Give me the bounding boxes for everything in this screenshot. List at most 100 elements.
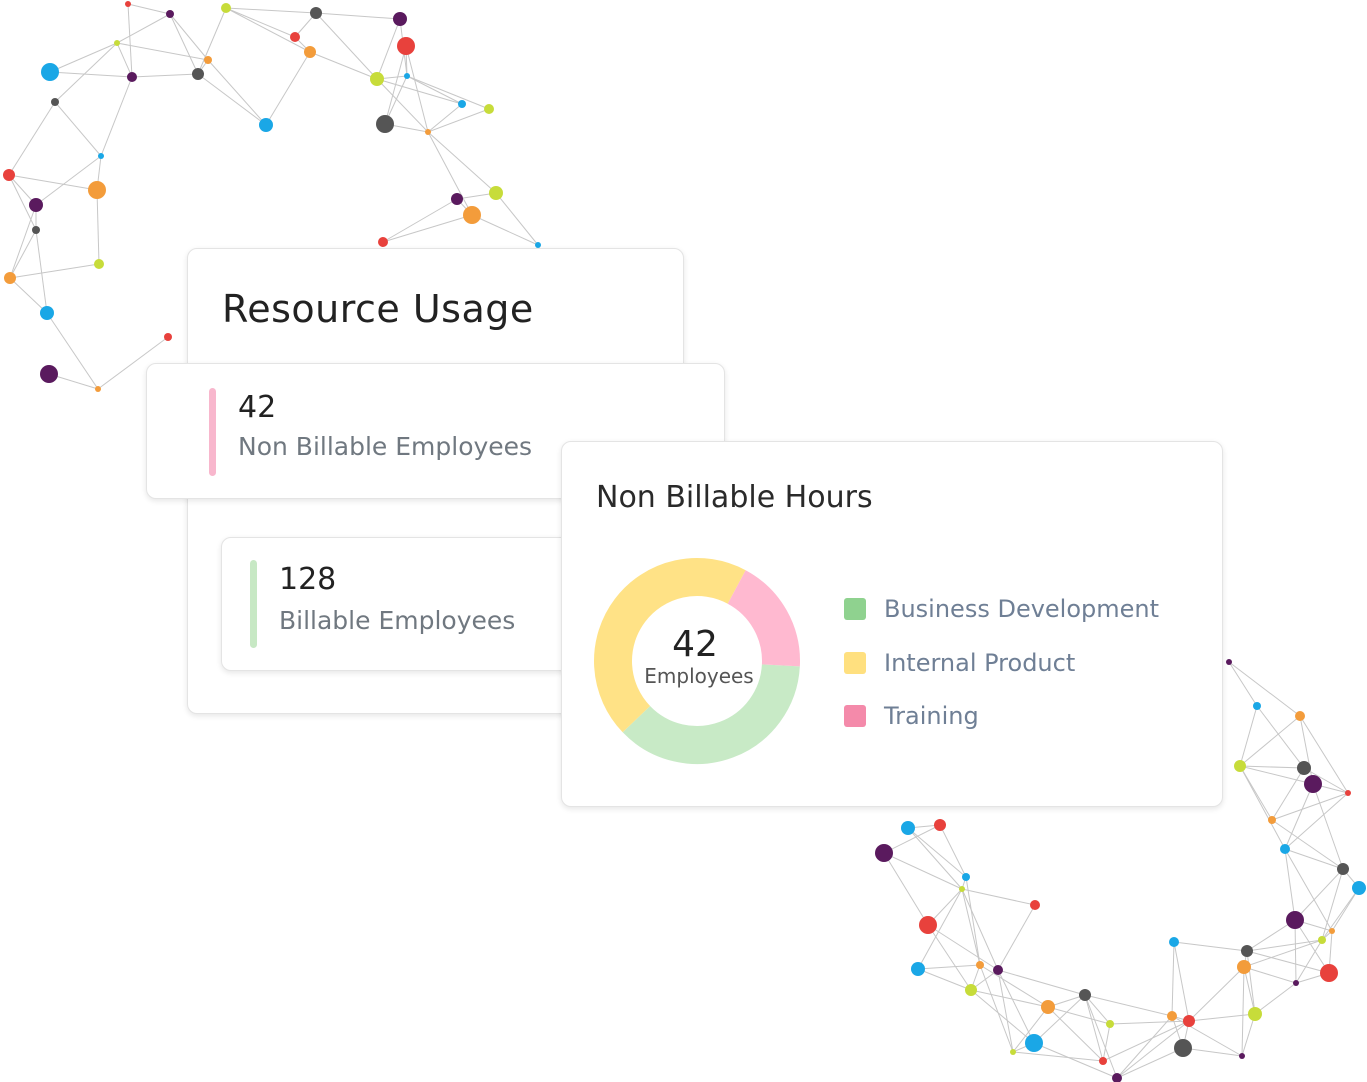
network-link [54,101,102,157]
network-link [427,131,497,194]
network-node [911,962,925,976]
donut-center-value: 42 [672,624,718,665]
network-link [495,192,539,246]
network-node [976,961,984,969]
network-link [1109,1020,1190,1025]
network-node [425,129,431,135]
billable-count: 128 [279,562,337,597]
network-link [127,3,133,78]
network-link [1254,982,1297,1015]
network-link [9,204,37,279]
network-node [1241,945,1253,957]
network-node [1297,761,1311,775]
network-link [970,989,1035,1044]
network-link [1102,1023,1111,1062]
network-node [114,40,120,46]
network-link [382,214,473,243]
network-node [1234,760,1246,772]
network-node [376,115,394,133]
network-link [427,108,490,133]
network-node [1106,1020,1114,1028]
network-link [1171,941,1175,1017]
legend-swatch [844,598,866,620]
legend-label: Business Development [884,595,1160,623]
network-link [1188,1013,1256,1022]
network-link [207,59,267,126]
network-link [979,964,1049,1008]
network-node [404,73,410,79]
network-node [3,169,15,181]
billable-accent-bar [250,560,257,648]
network-link [382,198,458,243]
network-link [116,13,171,44]
network-node [901,821,915,835]
network-link [427,103,463,133]
non-billable-hours-title: Non Billable Hours [596,480,873,515]
network-node [1079,989,1091,1001]
network-link [406,75,490,110]
legend-swatch [844,705,866,727]
network-node [965,984,977,996]
billable-employees-card[interactable]: 128 Billable Employees [221,537,583,671]
network-node [959,886,965,892]
network-link [49,71,133,78]
network-link [315,12,378,80]
network-node [962,873,970,881]
donut-slice-training[interactable] [727,570,800,667]
network-link [8,174,98,191]
network-link [1321,887,1360,941]
network-link [1243,966,1297,984]
network-node [192,68,204,80]
non-billable-count: 42 [238,390,277,425]
network-node [4,272,16,284]
network-node [310,7,322,19]
network-node [1248,1007,1262,1021]
network-link [997,904,1036,971]
network-node [1345,790,1351,796]
network-node [463,206,481,224]
network-link [1239,765,1286,850]
network-node [458,100,466,108]
network-link [927,924,972,991]
network-node [1183,1015,1195,1027]
network-node [451,193,463,205]
network-link [9,229,37,279]
network-link [997,969,1035,1044]
network-link [1246,950,1256,1015]
network-node [1352,881,1366,895]
donut-center-label: Employees [644,664,753,688]
network-node [32,226,40,234]
network-link [961,888,1036,906]
network-node [221,3,231,13]
network-link [883,852,963,890]
network-link [35,155,102,206]
network-node [919,916,937,934]
network-node [993,965,1003,975]
network-link [961,888,981,966]
network-link [315,12,401,20]
network-node [875,844,893,862]
network-node [484,104,494,114]
network-node [1041,1000,1055,1014]
network-node [1253,702,1261,710]
network-node [259,118,273,132]
network-link [96,189,100,265]
network-link [883,852,929,926]
network-node [88,181,106,199]
network-link [1228,661,1258,707]
network-link [225,7,296,38]
network-link [35,229,48,314]
network-link [997,969,1086,996]
network-link [1241,966,1245,1057]
network-link [376,18,401,80]
network-node [934,819,946,831]
network-node [1280,844,1290,854]
network-link [1271,792,1349,821]
network-link [1239,705,1258,767]
network-node [1099,1057,1107,1065]
network-link [1284,848,1344,870]
network-node [51,98,59,106]
network-node [1337,863,1349,875]
donut-chart[interactable]: 42 Employees [592,556,802,766]
network-link [917,964,981,970]
